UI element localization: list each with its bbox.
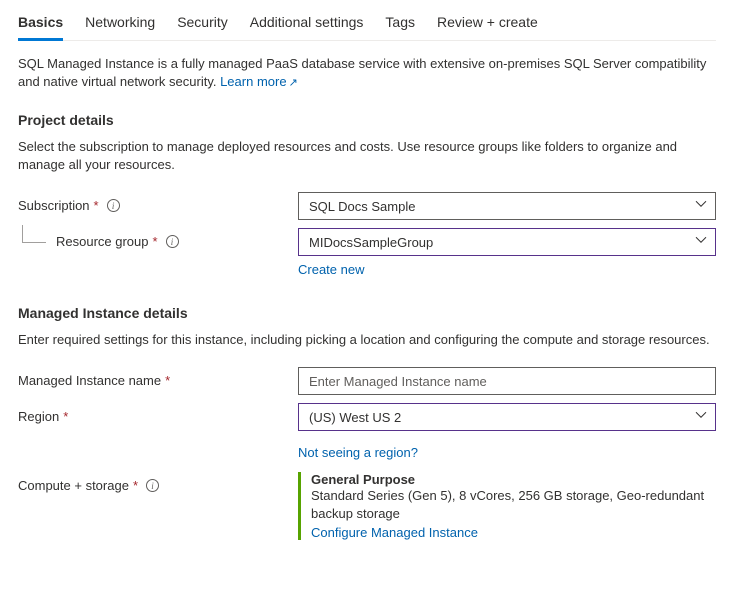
learn-more-link[interactable]: Learn more↗: [220, 74, 298, 89]
tab-bar: Basics Networking Security Additional se…: [18, 0, 716, 41]
resource-group-label: Resource group* i: [18, 228, 298, 249]
info-icon[interactable]: i: [146, 479, 159, 492]
chevron-down-icon: [695, 198, 707, 213]
compute-tier-desc: Standard Series (Gen 5), 8 vCores, 256 G…: [311, 487, 716, 523]
region-select[interactable]: (US) West US 2: [298, 403, 716, 431]
tab-additional-settings[interactable]: Additional settings: [250, 8, 364, 41]
project-details-desc: Select the subscription to manage deploy…: [18, 138, 716, 174]
subscription-select[interactable]: SQL Docs Sample: [298, 192, 716, 220]
intro-body: SQL Managed Instance is a fully managed …: [18, 56, 706, 89]
create-new-link[interactable]: Create new: [298, 262, 364, 277]
tab-tags[interactable]: Tags: [385, 8, 415, 41]
required-icon: *: [153, 234, 158, 249]
required-icon: *: [133, 478, 138, 493]
region-row: Region* (US) West US 2 Not seeing a regi…: [18, 403, 716, 460]
tab-review-create[interactable]: Review + create: [437, 8, 538, 41]
project-details-title: Project details: [18, 112, 716, 128]
required-icon: *: [63, 409, 68, 424]
subscription-value: SQL Docs Sample: [309, 199, 415, 214]
chevron-down-icon: [695, 409, 707, 424]
configure-instance-link[interactable]: Configure Managed Instance: [311, 525, 478, 540]
subscription-label: Subscription* i: [18, 192, 298, 213]
instance-name-label: Managed Instance name*: [18, 367, 298, 388]
info-icon[interactable]: i: [107, 199, 120, 212]
instance-name-input[interactable]: [298, 367, 716, 395]
compute-storage-row: Compute + storage* i General Purpose Sta…: [18, 472, 716, 540]
resource-group-value: MIDocsSampleGroup: [309, 235, 433, 250]
compute-tier-title: General Purpose: [311, 472, 716, 487]
info-icon[interactable]: i: [166, 235, 179, 248]
compute-storage-label: Compute + storage* i: [18, 472, 298, 493]
intro-text: SQL Managed Instance is a fully managed …: [18, 55, 716, 92]
external-link-icon: ↗: [289, 77, 298, 89]
required-icon: *: [165, 373, 170, 388]
managed-instance-section: Managed Instance details Enter required …: [18, 305, 716, 540]
instance-name-row: Managed Instance name*: [18, 367, 716, 395]
project-details-section: Project details Select the subscription …: [18, 112, 716, 277]
managed-instance-title: Managed Instance details: [18, 305, 716, 321]
resource-group-select[interactable]: MIDocsSampleGroup: [298, 228, 716, 256]
subscription-row: Subscription* i SQL Docs Sample: [18, 192, 716, 220]
required-icon: *: [94, 198, 99, 213]
region-value: (US) West US 2: [309, 410, 401, 425]
resource-group-row: Resource group* i MIDocsSampleGroup Crea…: [18, 228, 716, 277]
managed-instance-desc: Enter required settings for this instanc…: [18, 331, 716, 349]
not-seeing-region-link[interactable]: Not seeing a region?: [298, 445, 418, 460]
tab-security[interactable]: Security: [177, 8, 228, 41]
tab-networking[interactable]: Networking: [85, 8, 155, 41]
tab-basics[interactable]: Basics: [18, 8, 63, 41]
region-label: Region*: [18, 403, 298, 424]
compute-summary: General Purpose Standard Series (Gen 5),…: [298, 472, 716, 540]
chevron-down-icon: [695, 234, 707, 249]
indent-line-icon: [22, 225, 46, 243]
